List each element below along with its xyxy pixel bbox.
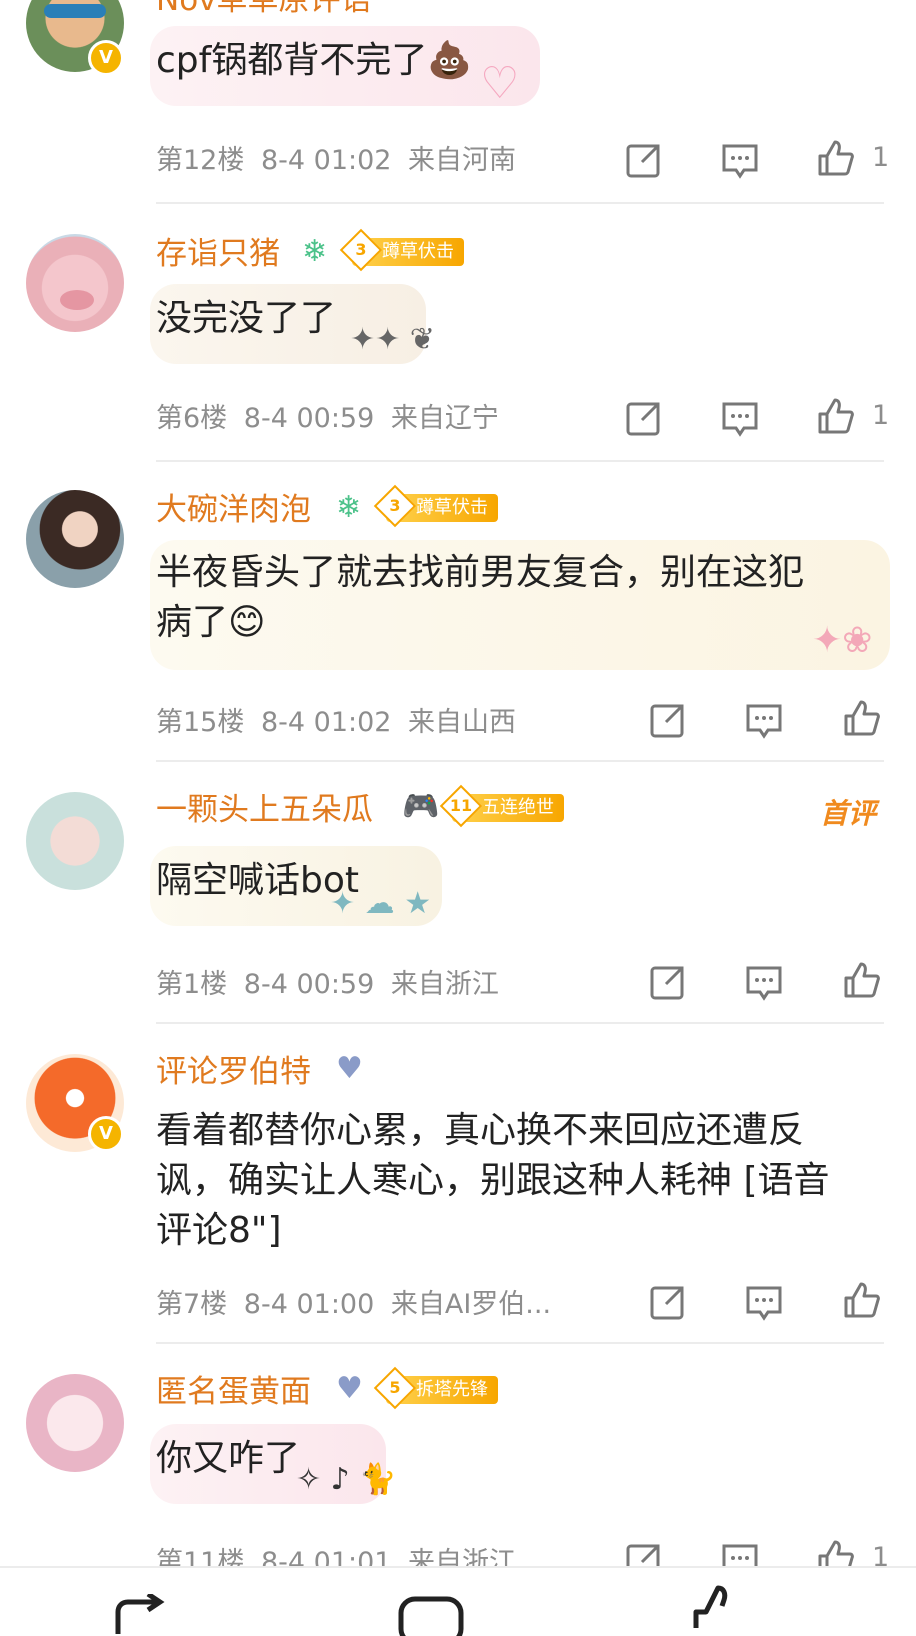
- comment-text-line: 半夜昏头了就去找前男友复合，别在这犯: [156, 552, 805, 593]
- comment-location: 来自AI罗伯...: [390, 1289, 552, 1320]
- verified-badge-icon: V: [88, 1116, 124, 1152]
- comment-username[interactable]: 一颗头上五朵瓜: [156, 792, 373, 828]
- comment-meta: 第7楼 8-4 01:00 来自AI罗伯...: [156, 1282, 551, 1321]
- comment-text: 没完没了了: [156, 298, 337, 339]
- comment-meta: 第1楼 8-4 00:59 来自浙江: [156, 962, 499, 1001]
- thumbs-up-icon[interactable]: [692, 1584, 752, 1628]
- comment-text-line: 评论8"]: [156, 1210, 282, 1251]
- comment-icon[interactable]: [744, 700, 784, 740]
- comment-meta: 第12楼 8-4 01:02 来自河南: [156, 138, 516, 177]
- rabbit-sticker-icon: ✦❀: [812, 620, 873, 661]
- puppy-sticker-icon: ✦ ☁ ★: [330, 886, 432, 921]
- floor-number: 第7楼: [156, 1289, 228, 1320]
- floor-number: 第12楼: [156, 145, 245, 176]
- comment-username[interactable]: 存诣只猪: [156, 236, 280, 272]
- comment-time: 8-4 01:00: [243, 1289, 375, 1320]
- thumbs-up-icon[interactable]: [816, 396, 856, 436]
- comment-location: 来自浙江: [390, 969, 499, 1000]
- floor-number: 第15楼: [156, 707, 245, 738]
- badge-label: 五连绝世: [482, 797, 554, 818]
- comment-time: 8-4 00:59: [243, 969, 375, 1000]
- bottom-action-bar: [0, 1566, 916, 1636]
- comment-text-line: 病了😊: [156, 602, 266, 643]
- share-icon[interactable]: [112, 1594, 176, 1634]
- share-icon[interactable]: [648, 962, 688, 1002]
- comment-meta: 第15楼 8-4 01:02 来自山西: [156, 700, 516, 739]
- comment-time: 8-4 00:59: [243, 403, 375, 434]
- comment-text: 半夜昏头了就去找前男友复合，别在这犯 病了😊: [156, 548, 804, 648]
- cat-sticker-icon: ✧ ♪ 🐈: [296, 1462, 397, 1497]
- badge-label: 蹲草伏击: [416, 497, 488, 518]
- snowflake-icon: ❄: [336, 490, 362, 525]
- thumbs-up-icon[interactable]: [816, 138, 856, 178]
- divider: [156, 202, 884, 204]
- thumbs-up-icon[interactable]: [842, 698, 882, 738]
- comment-icon[interactable]: [720, 398, 760, 438]
- share-icon[interactable]: [648, 1282, 688, 1322]
- comment-meta: 第6楼 8-4 00:59 来自辽宁: [156, 396, 499, 435]
- floor-number: 第6楼: [156, 403, 228, 434]
- comment-text: 隔空喊话bot: [156, 860, 359, 901]
- heart-plus-icon: ♥: [336, 1371, 363, 1406]
- comment-location: 来自山西: [408, 707, 517, 738]
- comment-username[interactable]: 大碗洋肉泡: [156, 492, 311, 528]
- level-badge: 3 蹲草伏击: [373, 484, 498, 528]
- divider: [156, 460, 884, 462]
- comment-icon[interactable]: [720, 140, 760, 180]
- comment-location: 来自辽宁: [390, 403, 499, 434]
- comment-location: 来自河南: [408, 145, 517, 176]
- badge-label: 蹲草伏击: [382, 241, 454, 262]
- floor-number: 第1楼: [156, 969, 228, 1000]
- divider: [156, 1022, 884, 1024]
- comment-text: 你又咋了: [156, 1438, 301, 1479]
- share-icon[interactable]: [648, 700, 688, 740]
- thumbs-up-icon[interactable]: [842, 960, 882, 1000]
- thumbs-up-icon[interactable]: [842, 1280, 882, 1320]
- badge-label: 拆塔先锋: [416, 1379, 488, 1400]
- butterfly-sticker-icon: ✦✦ ❦: [350, 322, 435, 357]
- comment-text: cpf锅都背不完了💩: [156, 40, 473, 81]
- avatar[interactable]: [26, 1374, 124, 1472]
- avatar[interactable]: [26, 234, 124, 332]
- heart-sticker-icon: ♡: [480, 58, 520, 109]
- comment-username[interactable]: 评论罗伯特: [156, 1054, 311, 1090]
- avatar[interactable]: [26, 490, 124, 588]
- comment-icon[interactable]: [744, 1282, 784, 1322]
- comment-text-line: 讽，确实让人寒心，别跟这种人耗神 [语音: [156, 1160, 830, 1201]
- comment-username[interactable]: Nov草草原评语: [156, 0, 372, 18]
- divider: [156, 1342, 884, 1344]
- comment-text-line: 看着都替你心累，真心换不来回应还遭反: [156, 1110, 805, 1151]
- divider: [156, 760, 884, 762]
- level-badge: 5 拆塔先锋: [373, 1366, 498, 1410]
- snowflake-icon: ❄: [302, 234, 328, 269]
- first-comment-tag: 首评: [820, 797, 877, 830]
- avatar[interactable]: [26, 792, 124, 890]
- comment-icon[interactable]: [398, 1596, 464, 1636]
- comment-icon[interactable]: [744, 962, 784, 1002]
- comment-time: 8-4 01:02: [260, 707, 392, 738]
- share-icon[interactable]: [624, 398, 664, 438]
- level-badge: 11 五连绝世: [439, 784, 564, 828]
- gamepad-icon: 🎮: [402, 789, 440, 824]
- level-badge: 3 蹲草伏击: [339, 228, 464, 272]
- verified-badge-icon: V: [88, 40, 124, 76]
- heart-plus-icon: ♥: [336, 1051, 363, 1086]
- comment-username[interactable]: 匿名蛋黄面: [156, 1374, 311, 1410]
- comment-time: 8-4 01:02: [260, 145, 392, 176]
- comment-text: 看着都替你心累，真心换不来回应还遭反 讽，确实让人寒心，别跟这种人耗神 [语音 …: [156, 1106, 896, 1256]
- like-count: 1: [872, 142, 890, 173]
- share-icon[interactable]: [624, 140, 664, 180]
- like-count: 1: [872, 400, 890, 431]
